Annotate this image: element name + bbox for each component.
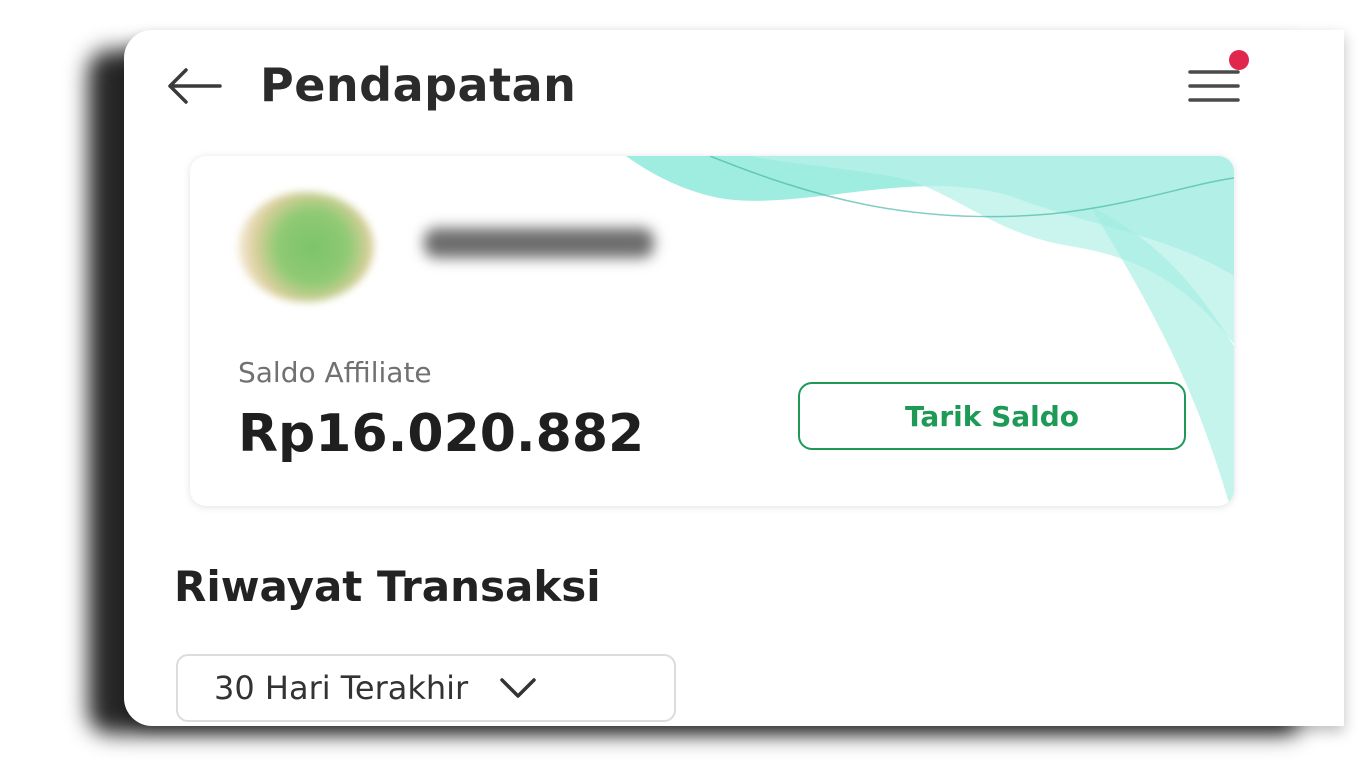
back-button[interactable] bbox=[162, 62, 226, 110]
notification-dot bbox=[1229, 50, 1249, 70]
balance-amount: Rp16.020.882 bbox=[238, 404, 645, 464]
page-title: Pendapatan bbox=[260, 58, 577, 112]
period-dropdown[interactable]: 30 Hari Terakhir bbox=[176, 654, 676, 722]
hamburger-menu-icon bbox=[1188, 70, 1240, 102]
top-bar: Pendapatan bbox=[124, 30, 1344, 142]
balance-label: Saldo Affiliate bbox=[238, 356, 432, 389]
redacted-name-blur bbox=[424, 228, 654, 258]
balance-card: Saldo Affiliate Rp16.020.882 Tarik Saldo bbox=[190, 156, 1234, 506]
withdraw-button[interactable]: Tarik Saldo bbox=[798, 382, 1186, 450]
transactions-title: Riwayat Transaksi bbox=[174, 562, 601, 611]
account-name-redacted bbox=[424, 220, 664, 273]
period-selected-label: 30 Hari Terakhir bbox=[214, 669, 469, 707]
avatar bbox=[238, 192, 374, 302]
app-screen: Pendapatan Saldo Affiliate Rp16.020.882 … bbox=[124, 30, 1344, 726]
arrow-left-icon bbox=[168, 68, 222, 104]
menu-button[interactable] bbox=[1184, 66, 1244, 114]
screenshot-stage: Pendapatan Saldo Affiliate Rp16.020.882 … bbox=[0, 0, 1366, 768]
chevron-down-icon bbox=[500, 678, 536, 698]
